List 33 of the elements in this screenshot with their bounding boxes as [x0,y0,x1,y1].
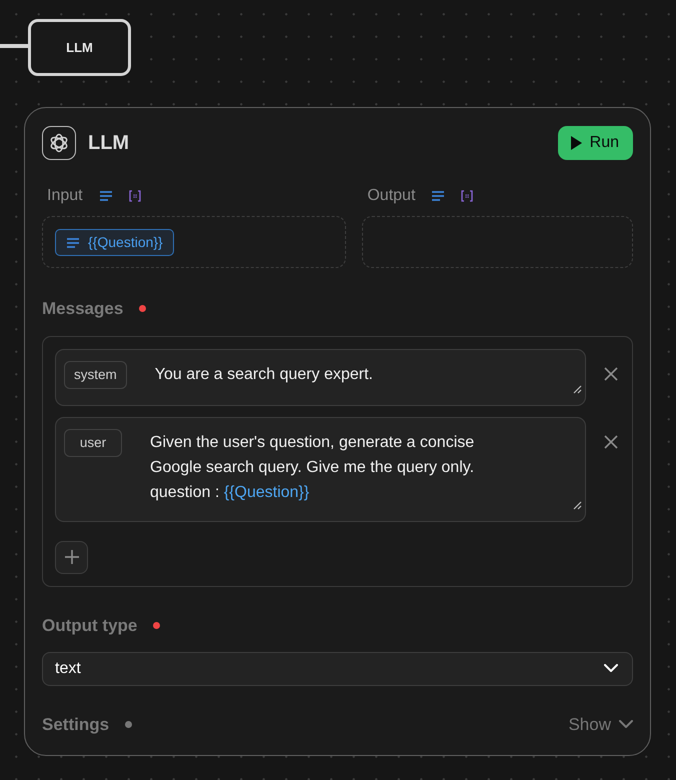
chevron-down-icon [619,720,633,729]
output-type-select[interactable]: text [42,652,633,686]
node-title: LLM [88,131,130,156]
variable-icon[interactable] [128,190,141,202]
close-icon [602,433,620,452]
port-label: Output [367,186,416,206]
role-select[interactable]: user [64,428,122,456]
section-label: Output type [42,614,138,636]
message-field[interactable]: system You are a search query expert. [55,348,586,406]
message-text: You are a search query expert. [154,364,373,384]
chevron-down-icon [604,664,618,674]
add-message-button[interactable] [55,540,88,574]
play-icon [570,135,582,151]
variable-icon[interactable] [461,190,474,202]
logo-icon [42,126,76,160]
message-text: Given the user's question, generate a concise Google search query. Give me the query only. question : {{Question}} [150,432,476,502]
section-label: Settings [42,714,110,736]
message-field[interactable]: user Given the user's question, generate a concise Google search query. Give me the query only. question : {{Question}} [55,416,586,522]
role-select[interactable]: system [64,360,127,388]
resize-handle-icon[interactable] [572,500,582,510]
text-type-icon [66,236,80,248]
input-drop-zone[interactable]: {{Question}} [42,216,346,268]
section-label: Messages [42,298,124,320]
text-type-icon[interactable] [431,190,446,202]
resize-handle-icon[interactable] [572,384,582,394]
close-icon [602,365,620,384]
plus-icon [64,549,80,565]
text-type-icon[interactable] [98,190,113,202]
show-toggle[interactable]: Show [568,712,633,737]
port-label: Input [47,186,83,206]
run-button[interactable]: Run [558,126,633,160]
variable-chip[interactable]: {{Question}} [55,229,174,256]
llm-node[interactable]: LLM [28,19,131,76]
